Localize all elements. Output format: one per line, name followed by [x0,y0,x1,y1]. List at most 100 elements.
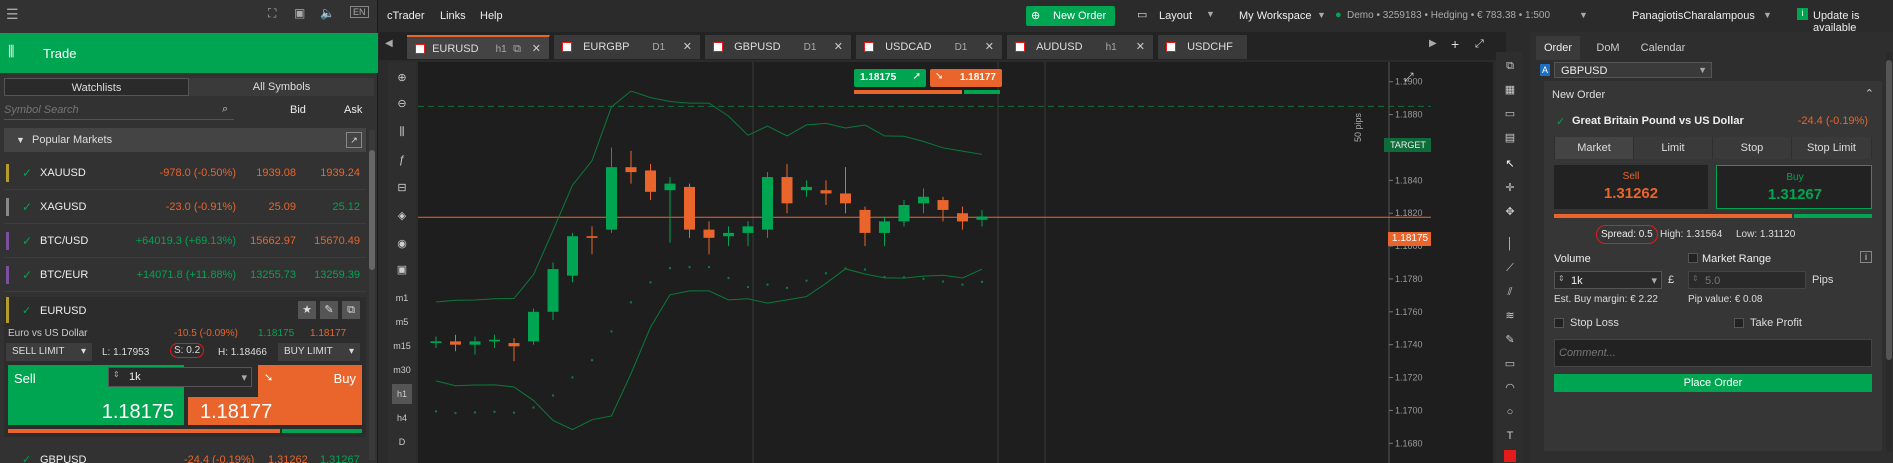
symbol-search-input[interactable] [4,100,234,120]
channel-icon[interactable]: ⫽ [1500,282,1520,302]
close-icon[interactable]: ✕ [985,35,994,59]
timeframe-m1[interactable]: m1 [392,288,412,308]
edit-icon[interactable]: ✎ [320,301,338,319]
tab-calendar[interactable]: Calendar [1634,36,1692,60]
trade-icon[interactable]: ⊟ [392,178,412,198]
chart-tab-eurgbp[interactable]: EURGBP D1 ✕ [554,35,701,59]
chart-tab-usdcad[interactable]: USDCAD D1 ✕ [856,35,1003,59]
template-icon[interactable]: ⧉ [1500,56,1520,76]
comment-input[interactable] [1554,339,1872,367]
take-profit-checkbox[interactable] [1734,318,1744,328]
chevron-down-icon[interactable]: ▾ [1651,274,1657,287]
tab-timeframe[interactable]: D1 [955,42,968,53]
tab-stop-limit[interactable]: Stop Limit [1792,137,1871,159]
bid-price[interactable]: 1939.08 [256,167,296,179]
place-order-button[interactable]: Place Order [1554,374,1872,392]
close-icon[interactable]: ✕ [532,37,541,61]
timeframe-m15[interactable]: m15 [392,336,412,356]
scrollbar-thumb[interactable] [369,150,375,270]
chart-canvas[interactable]: 1.19001.18801.18601.18401.18201.18001.17… [418,62,1431,463]
layers-icon[interactable]: ◈ [392,206,412,226]
menu-help[interactable]: Help [480,10,503,22]
order-volume-input[interactable]: ⇕ 1k ▾ [1554,271,1662,289]
zoom-out-icon[interactable]: ⊖ [392,94,412,114]
hamburger-icon[interactable]: ☰ [6,6,19,23]
market-row-xauusd[interactable]: ✓ XAUUSD -978.0 (-0.50%) 1939.08 1939.24 [4,156,366,190]
timeframe-m30[interactable]: m30 [392,360,412,380]
update-notice[interactable]: Update is available [1813,10,1893,34]
language-button[interactable]: EN [350,6,369,18]
screenshot-icon[interactable]: ▣ [392,260,412,280]
menu-links[interactable]: Links [440,10,466,22]
tab-market[interactable]: Market [1555,137,1633,159]
stop-loss-checkbox[interactable] [1554,318,1564,328]
timeframe-d[interactable]: D [392,432,412,452]
bid-price[interactable]: 15662.97 [250,235,296,247]
close-icon[interactable]: ✕ [1136,35,1145,59]
menu-ctrader[interactable]: cTrader [387,10,425,22]
buy-price-box[interactable]: 1.18177 [188,397,362,425]
tab-limit[interactable]: Limit [1634,137,1712,159]
tab-timeframe[interactable]: h1 [1106,42,1117,53]
tab-timeframe[interactable]: D1 [804,42,817,53]
vertical-line-icon[interactable]: │ [1500,234,1520,254]
price-chart[interactable]: 1.19001.18801.18601.18401.18201.18001.17… [418,62,1431,463]
expand-icon[interactable]: ⤢ [1404,70,1414,85]
tab-all-symbols[interactable]: All Symbols [189,78,374,96]
shape-icon[interactable]: ◠ [1500,378,1520,398]
add-tab-icon[interactable]: + [1451,36,1459,52]
tab-timeframe[interactable]: h1 [496,44,507,55]
star-icon[interactable]: ★ [298,301,316,319]
account-info[interactable]: Demo • 3259183 • Hedging • € 783.38 • 1:… [1347,10,1550,21]
chart-tab-eurusd[interactable]: EURUSD h1 ⧉ ✕ [407,35,550,59]
cursor-icon[interactable]: ↖ [1500,154,1520,174]
chart-tab-gbpusd[interactable]: GBPUSD D1 ✕ [705,35,852,59]
order-symbol-select[interactable]: GBPUSD ▼ [1554,62,1712,78]
close-icon[interactable]: ✕ [834,35,843,59]
tab-watchlists[interactable]: Watchlists [4,78,189,96]
market-row-btceur[interactable]: ✓ BTC/EUR +14071.8 (+11.88%) 13255.73 13… [4,258,366,292]
timeframe-h1[interactable]: h1 [392,384,412,404]
search-icon[interactable]: ⌕ [222,103,228,116]
chevron-right-icon[interactable]: ▶ [1429,38,1437,49]
order-sell-button[interactable]: Sell 1.31262 [1554,165,1708,209]
chart-tab-usdchf[interactable]: USDCHF [1158,35,1248,59]
eye-icon[interactable]: ◉ [392,234,412,254]
zoom-in-icon[interactable]: ⊕ [392,68,412,88]
stepper-icon[interactable]: ⇕ [113,370,120,379]
popout-icon[interactable]: ↗ [346,132,362,148]
timeframe-h4[interactable]: h4 [392,408,412,428]
window-icon[interactable]: ▣ [294,6,305,20]
ask-price[interactable]: 15670.49 [314,235,360,247]
market-row-gbpusd[interactable]: ✓ GBPUSD -24.4 (-0.19%) 1.31262 1.31267 [4,452,366,463]
bid-price[interactable]: 13255.73 [250,269,296,281]
sound-icon[interactable]: 🔈 [320,6,335,20]
ask-price[interactable]: 13259.39 [314,269,360,281]
info-icon[interactable]: i [1860,251,1872,263]
text-icon[interactable]: T [1500,426,1520,446]
new-order-button[interactable]: ⊕ New Order [1026,6,1115,26]
sell-order-type-select[interactable]: SELL LIMIT ▾ [6,343,92,361]
chevron-down-icon[interactable]: ▾ [241,371,247,384]
order-buy-button[interactable]: Buy 1.31267 [1716,165,1872,209]
collapse-up-icon[interactable]: ⌃ [1865,87,1874,100]
detach-icon[interactable]: ⧉ [342,301,360,319]
fibonacci-icon[interactable]: ≋ [1500,306,1520,326]
popular-markets-header[interactable]: ▼ Popular Markets ↗ [4,128,366,152]
fullscreen-icon[interactable]: ⛶ [268,6,276,21]
ellipse-icon[interactable]: ○ [1500,402,1520,422]
stepper-icon[interactable]: ⇕ [1558,274,1565,283]
rectangle-icon[interactable]: ▭ [1500,354,1520,374]
crosshair-icon[interactable]: ✛ [1500,178,1520,198]
maximize-icon[interactable]: ⤢ [1475,38,1484,51]
indicators-icon[interactable]: ƒ [392,150,412,170]
ask-price[interactable]: 25.12 [332,201,360,213]
popout-icon[interactable]: ⧉ [513,37,521,61]
chart-window-icon[interactable]: ▭ [1500,104,1520,124]
buy-order-type-select[interactable]: BUY LIMIT ▾ [278,343,360,361]
chart-tab-audusd[interactable]: AUDUSD h1 ✕ [1007,35,1154,59]
scrollbar-thumb[interactable] [1886,60,1892,360]
stepper-icon[interactable]: ⇕ [1692,274,1699,283]
tab-stop[interactable]: Stop [1713,137,1791,159]
pan-icon[interactable]: ✥ [1500,202,1520,222]
